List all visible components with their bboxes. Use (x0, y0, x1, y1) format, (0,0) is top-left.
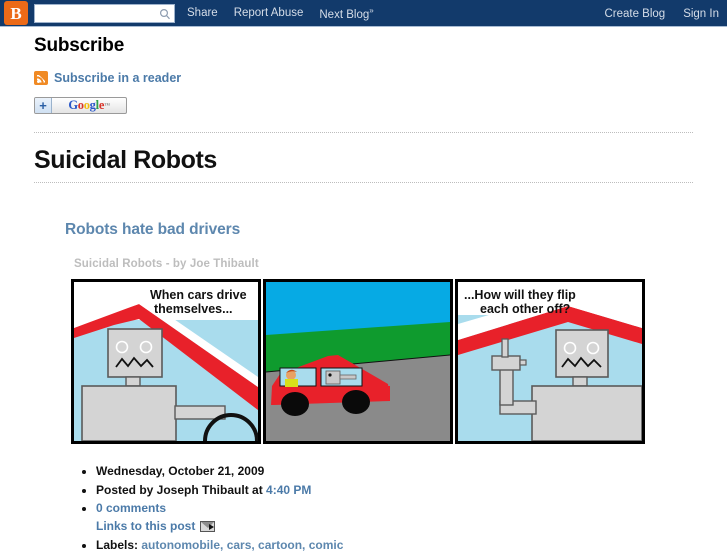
blog-title: Suicidal Robots (34, 146, 217, 174)
divider-above-title (34, 132, 693, 133)
panel-2-art (266, 282, 450, 441)
navbar-link-share[interactable]: Share (187, 7, 218, 19)
google-letter-g: G (68, 98, 78, 113)
post-author-item: Posted by Joseph Thibault at 4:40 PM (96, 482, 686, 498)
next-blog-suffix: » (369, 5, 374, 15)
comic-panel-3[interactable]: ...How will they flip each other off? (455, 279, 645, 444)
trademark-symbol: ™ (104, 102, 110, 109)
navbar-left-group: B (0, 1, 175, 25)
add-to-google-button[interactable]: + Go o g l e ™ (34, 97, 127, 114)
search-icon (159, 8, 170, 19)
google-wordmark: Go o g l e ™ (52, 98, 126, 113)
subscribe-in-reader-link[interactable]: Subscribe in a reader (54, 71, 181, 85)
navbar-link-next-blog[interactable]: Next Blog» (319, 6, 373, 21)
links-to-post-row: Links to this post (96, 518, 686, 534)
comments-link[interactable]: 0 comments (96, 501, 166, 515)
svg-text:themselves...: themselves... (154, 302, 233, 316)
blogger-logo-icon[interactable]: B (4, 1, 28, 25)
post-date: Wednesday, October 21, 2009 (96, 464, 265, 478)
svg-text:When cars drive: When cars drive (150, 288, 247, 302)
search-input[interactable] (35, 6, 155, 23)
post-date-item: Wednesday, October 21, 2009 (96, 463, 686, 479)
plus-icon: + (35, 98, 52, 113)
post-time-link[interactable]: 4:40 PM (266, 483, 311, 497)
email-post-icon[interactable] (200, 521, 216, 532)
post-author-prefix: Posted by Joseph Thibault at (96, 482, 263, 497)
navbar-link-sign-in[interactable]: Sign In (683, 8, 719, 20)
divider-below-title (34, 182, 693, 183)
blogger-navbar: B Share Report Abuse Next Blog» Create B… (0, 0, 727, 27)
comic-strip: When cars drive themselves... ...How wil… (71, 279, 645, 444)
rss-feed-icon[interactable] (34, 71, 48, 85)
post-metadata: Wednesday, October 21, 2009 Posted by Jo… (66, 463, 686, 555)
post-meta-list: Wednesday, October 21, 2009 Posted by Jo… (66, 463, 686, 553)
post-title[interactable]: Robots hate bad drivers (65, 221, 693, 239)
subscribe-heading: Subscribe (34, 35, 125, 56)
navbar-link-create-blog[interactable]: Create Blog (604, 8, 665, 20)
navbar-links: Share Report Abuse Next Blog» (187, 6, 390, 21)
comic-panel-1[interactable]: When cars drive themselves... (71, 279, 261, 444)
comic-panel-2[interactable] (263, 279, 453, 444)
svg-text:...How will they flip: ...How will they flip (464, 288, 576, 302)
links-to-this-post-link[interactable]: Links to this post (96, 519, 195, 533)
subscribe-feed-row: Subscribe in a reader (34, 71, 693, 85)
comic-credit-caption: Suicidal Robots - by Joe Thibault (74, 258, 259, 270)
next-blog-label: Next Blog (319, 8, 370, 21)
post-comments-item: 0 comments Links to this post (96, 500, 686, 534)
page-body: Subscribe Subscribe in a reader + Google… (0, 27, 727, 270)
subscribe-section: Subscribe Subscribe in a reader + Google… (0, 35, 727, 270)
navbar-right-links: Create Blog Sign In (586, 0, 719, 27)
panel-1-art: When cars drive themselves... (74, 282, 258, 441)
navbar-search-box[interactable] (34, 3, 175, 23)
svg-text:each other off?: each other off? (480, 302, 570, 316)
panel-3-art: ...How will they flip each other off? (458, 282, 642, 441)
navbar-link-report-abuse[interactable]: Report Abuse (234, 7, 304, 19)
